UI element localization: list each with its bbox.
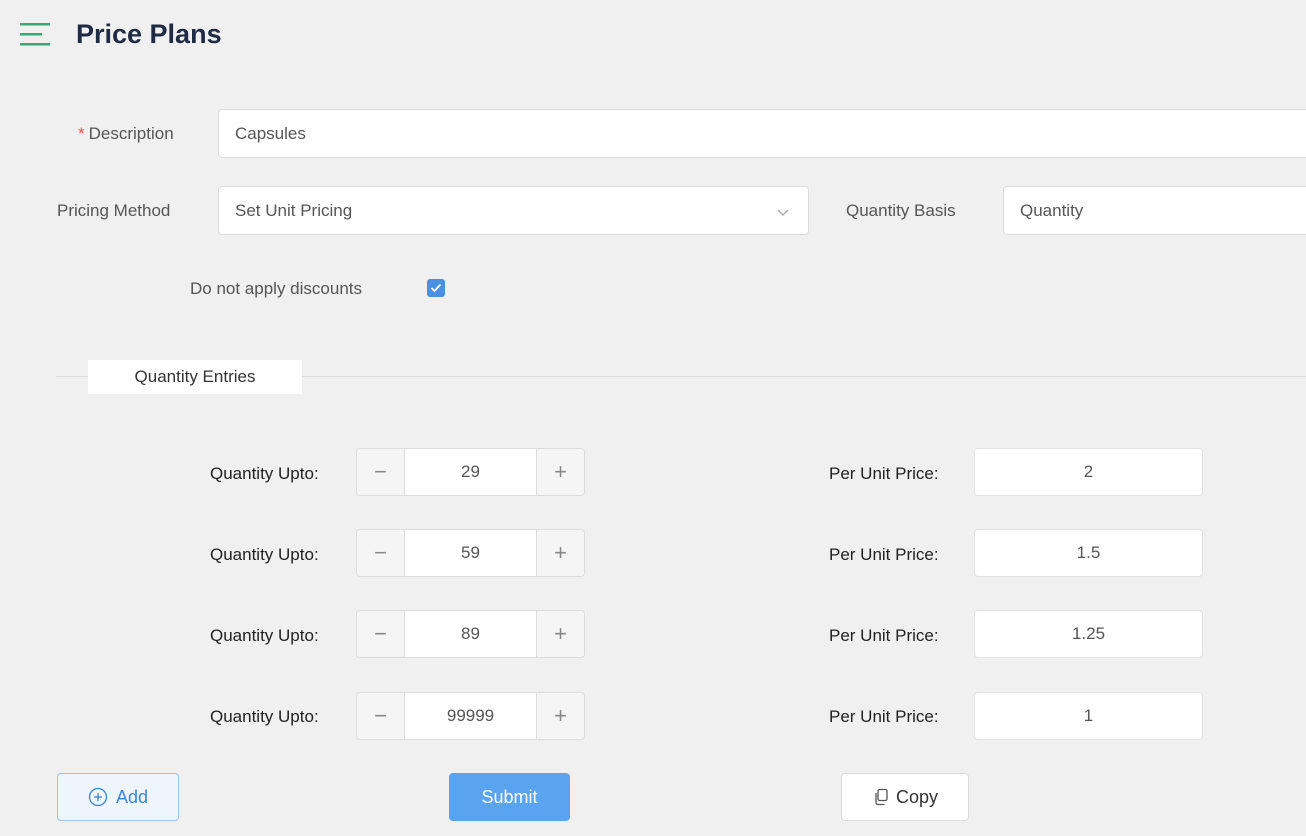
plus-icon[interactable]: + bbox=[536, 693, 584, 739]
quantity-upto-label: Quantity Upto: bbox=[210, 707, 319, 726]
description-label: * Description bbox=[78, 122, 174, 146]
plus-icon[interactable]: + bbox=[536, 530, 584, 576]
quantity-value[interactable]: 99999 bbox=[405, 693, 536, 739]
hamburger-menu-icon[interactable] bbox=[18, 20, 52, 50]
per-unit-price-label: Per Unit Price: bbox=[829, 707, 939, 726]
quantity-stepper[interactable]: − 89 + bbox=[356, 610, 585, 658]
quantity-stepper[interactable]: − 99999 + bbox=[356, 692, 585, 740]
pricing-method-select[interactable]: Set Unit Pricing bbox=[218, 186, 809, 235]
per-unit-price-label: Per Unit Price: bbox=[829, 545, 939, 564]
minus-icon[interactable]: − bbox=[357, 693, 405, 739]
submit-button-label: Submit bbox=[481, 786, 538, 807]
submit-button[interactable]: Submit bbox=[449, 773, 570, 821]
per-unit-price-input[interactable]: 1.5 bbox=[974, 529, 1203, 577]
quantity-value[interactable]: 89 bbox=[405, 611, 536, 657]
check-icon bbox=[430, 283, 442, 293]
quantity-entries-title: Quantity Entries bbox=[88, 360, 302, 394]
minus-icon[interactable]: − bbox=[357, 449, 405, 495]
add-button-label: Add bbox=[115, 786, 149, 807]
quantity-basis-label: Quantity Basis bbox=[846, 201, 956, 220]
per-unit-price-label: Per Unit Price: bbox=[829, 626, 939, 645]
copy-button-label: Copy bbox=[895, 786, 939, 807]
quantity-stepper[interactable]: − 29 + bbox=[356, 448, 585, 496]
description-value: Capsules bbox=[235, 123, 306, 143]
discount-label: Do not apply discounts bbox=[190, 279, 362, 298]
quantity-stepper[interactable]: − 59 + bbox=[356, 529, 585, 577]
required-mark: * bbox=[78, 124, 85, 143]
description-label-text: Description bbox=[88, 124, 174, 143]
per-unit-price-input[interactable]: 2 bbox=[974, 448, 1203, 496]
chevron-down-icon bbox=[776, 204, 790, 218]
per-unit-price-input[interactable]: 1.25 bbox=[974, 610, 1203, 658]
per-unit-price-label: Per Unit Price: bbox=[829, 464, 939, 483]
quantity-upto-label: Quantity Upto: bbox=[210, 464, 319, 483]
discount-checkbox[interactable] bbox=[427, 279, 445, 297]
per-unit-price-input[interactable]: 1 bbox=[974, 692, 1203, 740]
quantity-basis-value: Quantity bbox=[1020, 200, 1084, 220]
price-plans-page: Price Plans * Description Capsules Pricin… bbox=[0, 0, 1306, 836]
plus-circle-icon bbox=[88, 787, 108, 807]
quantity-basis-select[interactable]: Quantity bbox=[1003, 186, 1306, 235]
copy-button[interactable]: Copy bbox=[841, 773, 969, 821]
minus-icon[interactable]: − bbox=[357, 611, 405, 657]
description-input[interactable]: Capsules bbox=[218, 109, 1306, 158]
minus-icon[interactable]: − bbox=[357, 530, 405, 576]
plus-icon[interactable]: + bbox=[536, 449, 584, 495]
quantity-value[interactable]: 29 bbox=[405, 449, 536, 495]
copy-icon bbox=[875, 788, 888, 806]
page-title: Price Plans bbox=[76, 19, 222, 49]
quantity-upto-label: Quantity Upto: bbox=[210, 626, 319, 645]
pricing-method-label: Pricing Method bbox=[57, 201, 171, 220]
pricing-method-value: Set Unit Pricing bbox=[235, 200, 353, 220]
plus-icon[interactable]: + bbox=[536, 611, 584, 657]
quantity-upto-label: Quantity Upto: bbox=[210, 545, 319, 564]
quantity-value[interactable]: 59 bbox=[405, 530, 536, 576]
add-button[interactable]: Add bbox=[57, 773, 179, 821]
